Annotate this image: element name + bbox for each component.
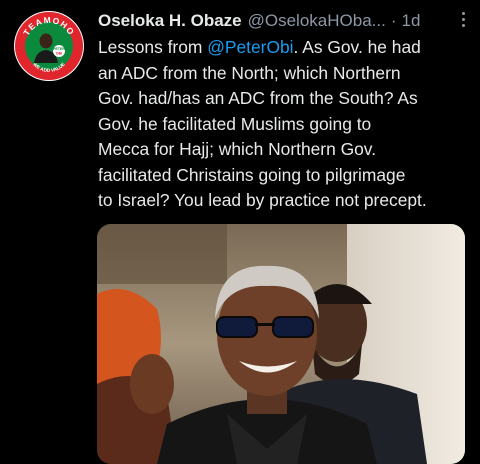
tweet-line-1-after: . As Gov. he had bbox=[293, 37, 421, 57]
tweet-text: Lessons from @PeterObi. As Gov. he had a… bbox=[98, 35, 473, 214]
avatar-button-line2: OBI bbox=[56, 52, 62, 56]
tweet-line-1-before: Lessons from bbox=[98, 37, 208, 57]
avatar-button-line1: PETER bbox=[53, 47, 65, 51]
tweet-line-5: Mecca for Hajj; which Northern Gov. bbox=[98, 139, 377, 159]
mention-link[interactable]: @PeterObi bbox=[207, 37, 293, 57]
tweet-photo[interactable] bbox=[97, 224, 465, 464]
author-handle[interactable]: @OselokaHOba... bbox=[248, 11, 386, 31]
tweet-line-1: Lessons from @PeterObi. As Gov. he had bbox=[98, 35, 473, 61]
timestamp[interactable]: 1d bbox=[402, 11, 421, 31]
separator: · bbox=[390, 11, 397, 30]
tweet-line-2: an ADC from the North; which Northern bbox=[98, 62, 401, 83]
author-name[interactable]: Oseloka H. Obaze bbox=[98, 11, 242, 31]
tweet-line-7: to Israel? You lead by practice not prec… bbox=[98, 190, 427, 210]
avatar[interactable]: TEAMOHO WE ADD VALUE PETER OBI bbox=[14, 11, 84, 81]
tweet-line-3: Gov. had/has an ADC from the South? As bbox=[98, 88, 418, 108]
tweet-line-4: Gov. he facilitated Muslims going to bbox=[98, 113, 372, 134]
tweet-line-6: facilitated Christains going to pilgrima… bbox=[98, 164, 406, 185]
tweet-header: Oseloka H. Obaze @OselokaHOba... · 1d bbox=[98, 10, 470, 32]
more-vertical-icon[interactable] bbox=[460, 12, 466, 30]
